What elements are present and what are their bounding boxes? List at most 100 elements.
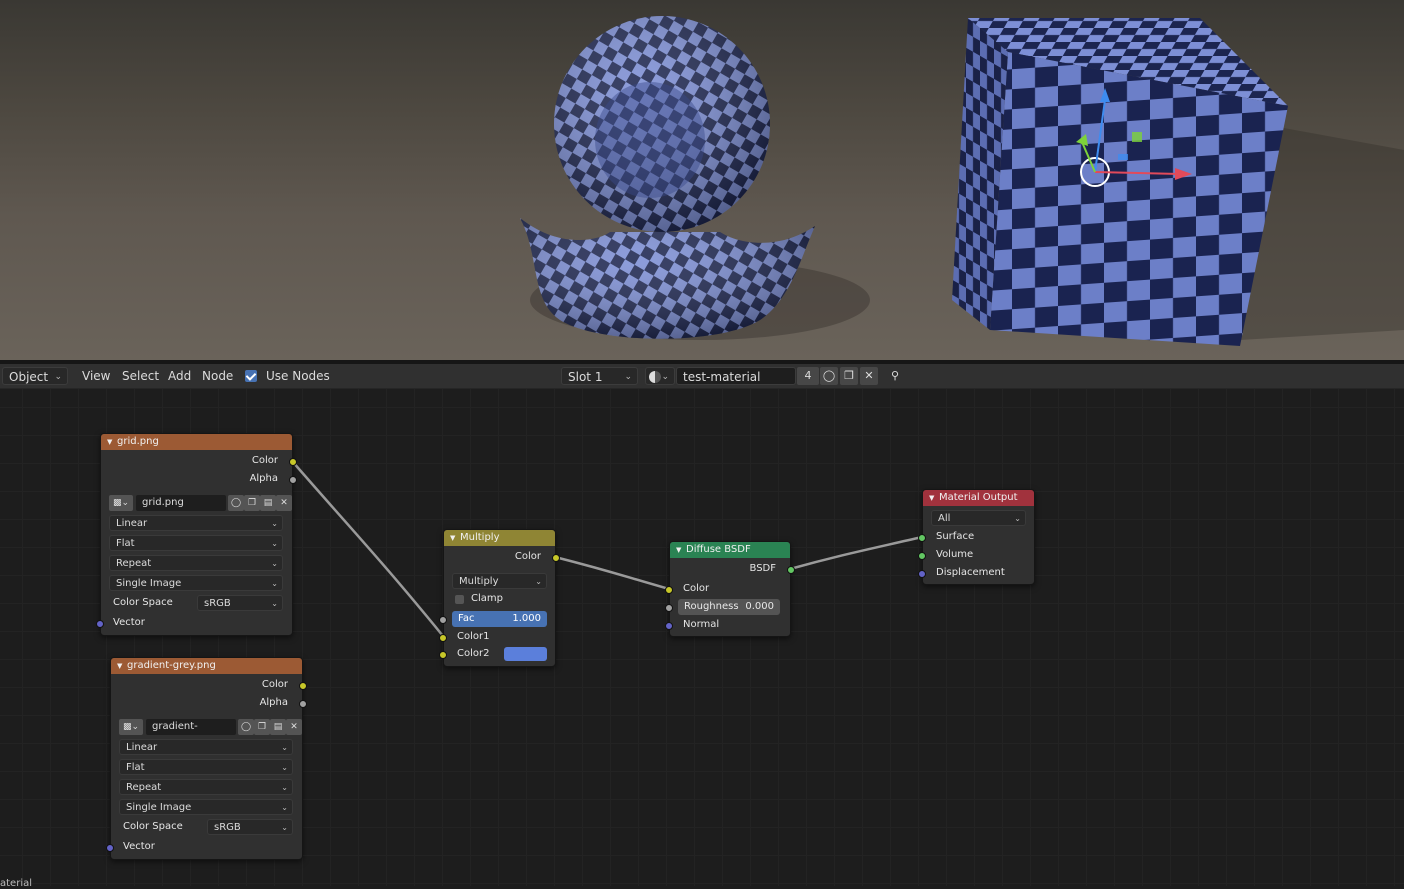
output-color-label: Color xyxy=(261,679,288,690)
source-dropdown[interactable]: Single Image ⌄ xyxy=(109,575,283,591)
link-grid-color-to-multiply-color1 xyxy=(291,460,444,637)
menu-select[interactable]: Select xyxy=(122,364,159,388)
output-color-label: Color xyxy=(514,551,541,562)
fake-user-shield-icon[interactable]: ◯ xyxy=(238,719,254,735)
diffuse-bsdf-node[interactable]: ▼ Diffuse BSDF BSDF Color Roughness 0.00… xyxy=(665,541,795,637)
fac-slider[interactable]: Fac 1.000 xyxy=(452,611,547,627)
collapse-triangle-icon[interactable]: ▼ xyxy=(929,490,934,506)
input-color-label: Color xyxy=(683,583,710,594)
input-normal-socket[interactable] xyxy=(665,622,673,630)
input-vector-socket[interactable] xyxy=(106,844,114,852)
output-color-socket[interactable] xyxy=(289,458,297,466)
link-diffuse-to-output xyxy=(789,535,923,571)
color-space-dropdown[interactable]: sRGB ⌄ xyxy=(207,819,293,835)
output-alpha-socket[interactable] xyxy=(289,476,297,484)
input-color1-socket[interactable] xyxy=(439,634,447,642)
material-sphere-icon xyxy=(649,371,661,383)
chevron-down-icon: ⌄ xyxy=(271,519,278,528)
input-color-socket[interactable] xyxy=(665,586,673,594)
mix-rgb-node-multiply[interactable]: ▼ Multiply Color Multiply ⌄ Clamp Fac 1.0… xyxy=(439,529,560,667)
input-vector-socket[interactable] xyxy=(96,620,104,628)
unlink-close-icon[interactable]: ✕ xyxy=(276,495,292,511)
node-header[interactable]: ▼ Multiply xyxy=(444,530,555,546)
color2-swatch[interactable] xyxy=(504,647,547,661)
node-header[interactable]: ▼ Diffuse BSDF xyxy=(670,542,790,558)
3d-viewport[interactable] xyxy=(0,0,1404,360)
clamp-checkbox[interactable] xyxy=(455,595,464,604)
image-browse-icon[interactable]: ▩⌄ xyxy=(109,495,133,511)
output-color-socket[interactable] xyxy=(299,682,307,690)
input-surface-label: Surface xyxy=(936,531,975,542)
duplicate-image-icon[interactable]: ❐ xyxy=(254,719,270,735)
blend-type-dropdown[interactable]: Multiply ⌄ xyxy=(452,573,547,589)
projection-dropdown[interactable]: Flat ⌄ xyxy=(119,759,293,775)
input-normal-label: Normal xyxy=(683,619,720,630)
material-context-label: aterial xyxy=(0,878,32,889)
input-volume-socket[interactable] xyxy=(918,552,926,560)
image-texture-node-gradient[interactable]: ▼ gradient-grey.png Color Alpha ▩⌄ gradi… xyxy=(106,657,307,860)
fac-label: Fac xyxy=(458,613,475,624)
unlink-close-icon[interactable]: ✕ xyxy=(860,367,878,385)
fake-user-shield-icon[interactable]: ◯ xyxy=(228,495,244,511)
collapse-triangle-icon[interactable]: ▼ xyxy=(107,434,112,450)
duplicate-material-icon[interactable]: ❐ xyxy=(840,367,858,385)
extension-dropdown[interactable]: Repeat ⌄ xyxy=(109,555,283,571)
collapse-triangle-icon[interactable]: ▼ xyxy=(676,542,681,558)
mode-dropdown[interactable]: Object ⌄ xyxy=(2,367,68,385)
node-header[interactable]: ▼ Material Output xyxy=(923,490,1034,506)
duplicate-image-icon[interactable]: ❐ xyxy=(244,495,260,511)
menu-view[interactable]: View xyxy=(82,364,110,388)
menu-add[interactable]: Add xyxy=(168,364,191,388)
output-alpha-socket[interactable] xyxy=(299,700,307,708)
material-browse-button[interactable]: ⌄ xyxy=(645,367,675,385)
collapse-triangle-icon[interactable]: ▼ xyxy=(117,658,122,674)
mode-label: Object xyxy=(9,370,49,384)
output-color-socket[interactable] xyxy=(552,554,560,562)
clamp-label: Clamp xyxy=(471,593,503,604)
chevron-down-icon: ⌄ xyxy=(281,783,288,792)
menu-node[interactable]: Node xyxy=(202,364,233,388)
output-bsdf-socket[interactable] xyxy=(787,566,795,574)
source-value: Single Image xyxy=(126,802,192,813)
image-texture-node-grid[interactable]: ▼ grid.png Color Alpha ▩⌄ grid.png ◯ ❐ ▤… xyxy=(96,433,297,636)
node-editor-header: Object ⌄ View Select Add Node Use Nodes … xyxy=(0,364,1404,389)
blend-type-value: Multiply xyxy=(459,576,499,587)
open-image-icon[interactable]: ▤ xyxy=(270,719,286,735)
projection-value: Flat xyxy=(126,762,145,773)
roughness-field[interactable]: Roughness 0.000 xyxy=(678,599,780,615)
open-image-icon[interactable]: ▤ xyxy=(260,495,276,511)
interpolation-dropdown[interactable]: Linear ⌄ xyxy=(109,515,283,531)
color-space-dropdown[interactable]: sRGB ⌄ xyxy=(197,595,283,611)
fake-user-shield-icon[interactable]: ◯ xyxy=(820,367,838,385)
material-output-node[interactable]: ▼ Material Output All ⌄ Surface Volume Di… xyxy=(918,489,1035,585)
material-name-field[interactable]: test-material xyxy=(676,367,796,385)
input-fac-socket[interactable] xyxy=(439,616,447,624)
image-browse-icon[interactable]: ▩⌄ xyxy=(119,719,143,735)
input-roughness-socket[interactable] xyxy=(665,604,673,612)
input-surface-socket[interactable] xyxy=(918,534,926,542)
chevron-down-icon: ⌄ xyxy=(271,559,278,568)
node-title: grid.png xyxy=(117,436,159,447)
node-editor-canvas[interactable]: ▼ grid.png Color Alpha ▩⌄ grid.png ◯ ❐ ▤… xyxy=(0,389,1404,886)
chevron-down-icon: ⌄ xyxy=(624,372,632,382)
input-vector-label: Vector xyxy=(113,617,145,628)
extension-value: Repeat xyxy=(126,782,162,793)
node-header[interactable]: ▼ gradient-grey.png xyxy=(111,658,302,674)
source-dropdown[interactable]: Single Image ⌄ xyxy=(119,799,293,815)
target-dropdown[interactable]: All ⌄ xyxy=(931,510,1026,526)
slot-dropdown[interactable]: Slot 1 ⌄ xyxy=(561,367,638,385)
image-name-field[interactable]: gradient-grey.png xyxy=(146,719,236,748)
unlink-close-icon[interactable]: ✕ xyxy=(286,719,302,735)
pin-icon[interactable]: ⚲ xyxy=(886,367,904,385)
projection-dropdown[interactable]: Flat ⌄ xyxy=(109,535,283,551)
user-count-badge[interactable]: 4 xyxy=(797,367,819,385)
collapse-triangle-icon[interactable]: ▼ xyxy=(450,530,455,546)
node-header[interactable]: ▼ grid.png xyxy=(101,434,292,450)
interpolation-dropdown[interactable]: Linear ⌄ xyxy=(119,739,293,755)
input-displacement-socket[interactable] xyxy=(918,570,926,578)
image-name-field[interactable]: grid.png xyxy=(136,495,226,511)
input-color2-socket[interactable] xyxy=(439,651,447,659)
fac-value: 1.000 xyxy=(512,613,541,624)
use-nodes-checkbox[interactable] xyxy=(245,370,257,382)
extension-dropdown[interactable]: Repeat ⌄ xyxy=(119,779,293,795)
